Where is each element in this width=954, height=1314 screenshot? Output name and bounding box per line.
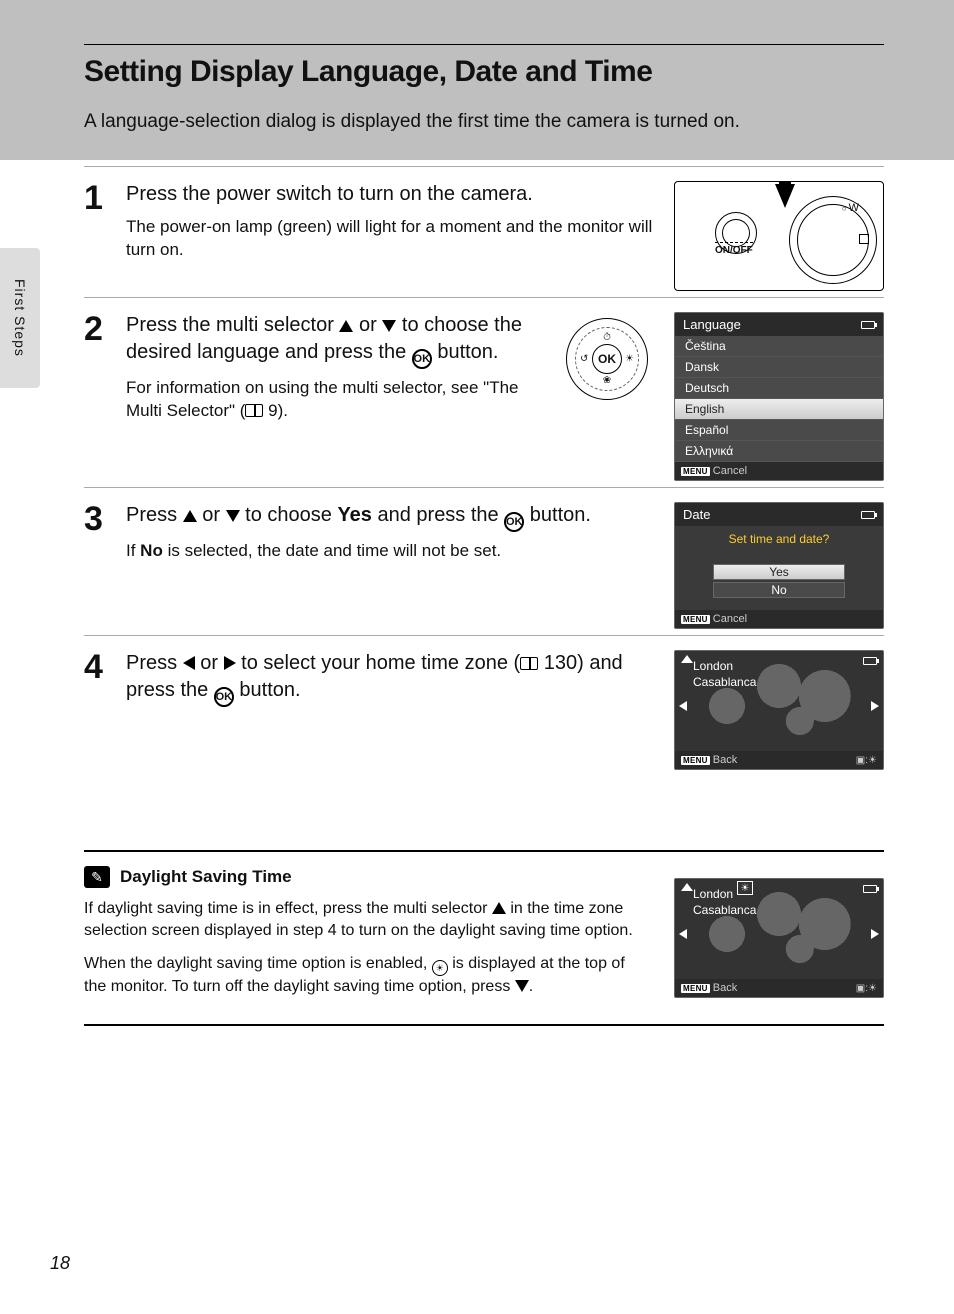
- lang-item: Dansk: [675, 357, 883, 378]
- side-tab-label: First Steps: [12, 279, 28, 357]
- step-3-head: Press or to choose Yes and press the OK …: [126, 502, 656, 532]
- battery-icon: [863, 885, 877, 893]
- tip-para-2: When the daylight saving time option is …: [84, 953, 650, 999]
- book-icon: [520, 657, 538, 670]
- step-2-number: 2: [84, 312, 108, 481]
- battery-icon: [861, 511, 875, 519]
- tip-title: Daylight Saving Time: [120, 867, 292, 887]
- tz-city-2: Casablanca: [693, 903, 756, 919]
- up-triangle-icon: [492, 902, 506, 914]
- down-triangle-icon: [226, 510, 240, 522]
- up-triangle-icon: [339, 320, 353, 332]
- page-number: 18: [50, 1253, 70, 1274]
- step-1-sub: The power-on lamp (green) will light for…: [126, 216, 656, 262]
- daylight-saving-tip: Daylight Saving Time If daylight saving …: [84, 850, 884, 1026]
- header-band: Setting Display Language, Date and Time …: [0, 0, 954, 160]
- ok-icon: OK: [214, 687, 234, 707]
- tz-city-1: London: [693, 659, 756, 675]
- date-no-option: No: [713, 582, 845, 598]
- tz-city-1: London: [693, 887, 756, 903]
- ok-icon: OK: [412, 349, 432, 369]
- step-2-head: Press the multi selector or to choose th…: [126, 312, 548, 369]
- language-screen-title: Language: [683, 317, 741, 332]
- tele-icon: [859, 234, 869, 244]
- lang-item: Ελληνικά: [675, 441, 883, 462]
- cancel-label: Cancel: [713, 613, 747, 625]
- left-arrow-icon: [679, 929, 687, 939]
- menu-tag: MENU: [681, 467, 710, 476]
- dst-sun-icon: ☀: [432, 960, 448, 976]
- lang-item: Čeština: [675, 336, 883, 357]
- timezone-screen: London Casablanca MENUBack ▣:☀: [674, 650, 884, 770]
- step-2-sub: For information on using the multi selec…: [126, 377, 548, 423]
- page-title: Setting Display Language, Date and Time: [84, 55, 884, 89]
- step-1: 1 Press the power switch to turn on the …: [84, 166, 884, 291]
- battery-icon: [861, 321, 875, 329]
- battery-icon: [863, 657, 877, 665]
- note-icon: [84, 866, 110, 888]
- up-triangle-icon: [183, 510, 197, 522]
- step-1-number: 1: [84, 181, 108, 291]
- language-list: Čeština Dansk Deutsch English Español Ελ…: [675, 336, 883, 462]
- tip-para-1: If daylight saving time is in effect, pr…: [84, 898, 650, 943]
- step-4-number: 4: [84, 650, 108, 770]
- page-intro: A language-selection dialog is displayed…: [84, 111, 884, 133]
- date-yes-option: Yes: [713, 564, 845, 580]
- right-arrow-icon: [871, 701, 879, 711]
- down-arrow-icon: [775, 184, 795, 208]
- right-triangle-icon: [224, 656, 236, 670]
- timezone-screen-dst: ☀ London Casablanca MENUBack ▣:☀: [674, 878, 884, 998]
- back-label: Back: [713, 754, 737, 766]
- back-label: Back: [713, 982, 737, 994]
- step-3: 3 Press or to choose Yes and press the O…: [84, 487, 884, 629]
- step-4: 4 Press or to select your home time zone…: [84, 635, 884, 770]
- ok-icon: OK: [504, 512, 524, 532]
- lang-item: Español: [675, 420, 883, 441]
- dial-ok-label: OK: [592, 344, 622, 374]
- left-triangle-icon: [183, 656, 195, 670]
- menu-tag: MENU: [681, 756, 710, 765]
- lang-item: Deutsch: [675, 378, 883, 399]
- left-arrow-icon: [679, 701, 687, 711]
- down-triangle-icon: [515, 980, 529, 992]
- date-screen-title: Date: [683, 507, 710, 522]
- book-icon: [245, 404, 263, 417]
- w-label: W: [842, 202, 859, 214]
- side-tab: First Steps: [0, 248, 40, 388]
- date-screen: Date Set time and date? Yes No MENUCance…: [674, 502, 884, 629]
- step-3-number: 3: [84, 502, 108, 629]
- step-3-sub: If No is selected, the date and time wil…: [126, 540, 656, 563]
- language-screen: Language Čeština Dansk Deutsch English E…: [674, 312, 884, 481]
- multi-selector-dial: OK ⏱ ❀ ↺ ☀: [566, 318, 648, 400]
- cancel-label: Cancel: [713, 465, 747, 477]
- down-triangle-icon: [382, 320, 396, 332]
- menu-tag: MENU: [681, 984, 710, 993]
- tz-city-2: Casablanca: [693, 675, 756, 691]
- date-prompt: Set time and date?: [683, 532, 875, 546]
- onoff-label: ON/OFF: [715, 242, 753, 256]
- step-4-head: Press or to select your home time zone (…: [126, 650, 656, 707]
- step-1-head: Press the power switch to turn on the ca…: [126, 181, 656, 208]
- lang-item-selected: English: [675, 399, 883, 420]
- right-arrow-icon: [871, 929, 879, 939]
- menu-tag: MENU: [681, 615, 710, 624]
- step-2: 2 Press the multi selector or to choose …: [84, 297, 884, 481]
- camera-onoff-illustration: ON/OFF W: [674, 181, 884, 291]
